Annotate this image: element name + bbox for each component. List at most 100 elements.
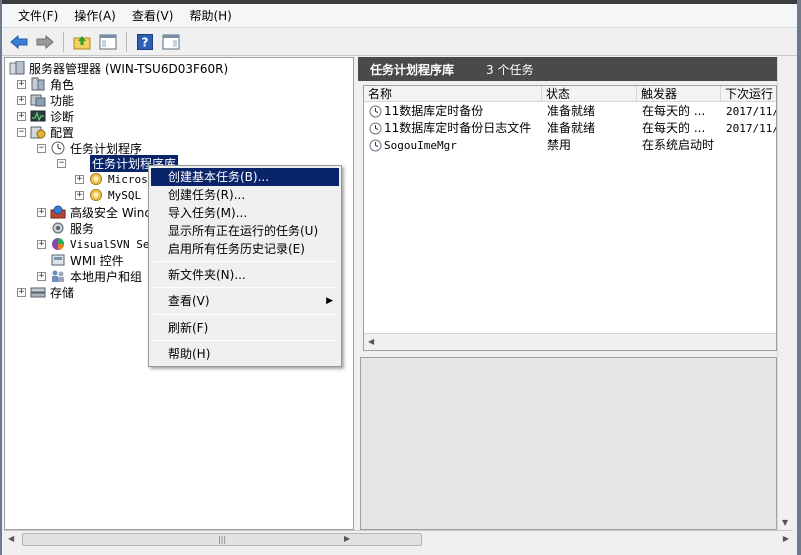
column-header-status[interactable]: 状态 [542,86,637,102]
expand-icon[interactable]: + [75,174,84,184]
tree-item-config[interactable]: − 配置 [17,124,74,140]
column-header-trigger[interactable]: 触发器 [637,86,721,102]
menu-item-show-running[interactable]: 显示所有正在运行的任务(U) [151,222,339,240]
action-pane-button[interactable] [160,31,182,53]
scroll-right-icon[interactable]: ▶ [344,534,350,543]
tree-item-storage[interactable]: + 存储 [17,284,74,300]
task-status: 禁用 [547,138,572,152]
menu-separator [153,261,337,262]
expand-icon[interactable]: + [17,287,26,297]
details-pane: 任务计划程序库 3 个任务 名称 状态 触发器 下次运行 11数据库定时备份 准… [358,57,777,530]
collapse-icon[interactable]: − [57,158,66,168]
task-trigger: 在系统启动时 [642,138,715,152]
menu-item-view[interactable]: 查看(V) ▶ [151,292,339,310]
features-icon [30,94,46,107]
right-vertical-scrollbar[interactable]: ▼ [777,57,793,530]
help-icon: ? [137,33,153,50]
column-header-name[interactable]: 名称 [364,86,542,102]
table-row[interactable]: 11数据库定时备份日志文件 准备就绪 在每天的 ... 2017/11/3 [364,120,776,137]
scroll-left-icon[interactable]: ◀ [8,534,14,543]
column-header-next-run[interactable]: 下次运行 [721,86,776,102]
scroll-right-icon[interactable]: ▶ [783,534,789,543]
tree-item-root[interactable]: 服务器管理器 (WIN-TSU6D03F60R) [9,60,228,76]
expand-icon[interactable]: + [17,95,26,105]
scroll-left-icon[interactable]: ◀ [368,337,374,346]
scroll-thumb[interactable]: ||| [22,533,422,546]
expand-icon[interactable]: + [37,271,46,281]
task-list: 名称 状态 触发器 下次运行 11数据库定时备份 准备就绪 在每天的 ... 2… [363,85,777,351]
menu-item-create-task[interactable]: 创建任务(R)... [151,186,339,204]
toolbar-separator [63,31,64,52]
tree-item-visualsvn[interactable]: + VisualSVN Ser [37,236,156,252]
firewall-icon [50,205,66,219]
show-hide-tree-button[interactable] [97,31,119,53]
task-name: SogouImeMgr [384,139,457,152]
expand-icon[interactable]: + [37,239,46,249]
expand-icon[interactable]: + [37,207,46,217]
table-row[interactable]: 11数据库定时备份 准备就绪 在每天的 ... 2017/11/3 [364,103,776,120]
tree-item-diagnostics[interactable]: + 诊断 [17,108,74,124]
task-clock-icon [369,105,382,118]
menu-action[interactable]: 操作(A) [66,5,124,26]
toolbar-separator [126,31,127,52]
tree-item-local-users[interactable]: + 本地用户和组 [37,268,142,284]
menu-item-enable-history[interactable]: 启用所有任务历史记录(E) [151,240,339,258]
task-clock-icon [369,139,382,152]
collapse-icon[interactable]: − [17,127,26,137]
diagnostics-icon [30,110,46,122]
roles-icon [31,77,45,91]
table-row[interactable]: SogouImeMgr 禁用 在系统启动时 [364,137,776,154]
context-menu: 创建基本任务(B)... 创建任务(R)... 导入任务(M)... 显示所有正… [148,165,342,367]
tree-label-roles: 角色 [50,77,75,92]
tree-label-firewall: 高级安全 Winc [70,205,151,220]
task-name: 11数据库定时备份 [384,104,484,118]
task-trigger: 在每天的 ... [642,121,706,135]
details-header: 任务计划程序库 3 个任务 [358,57,777,81]
task-detail-panel [360,357,777,530]
forward-button[interactable] [34,31,56,53]
menu-file[interactable]: 文件(F) [10,5,66,26]
expand-icon[interactable]: + [17,79,26,89]
tree-item-firewall[interactable]: + 高级安全 Winc [37,204,151,220]
config-icon [30,126,46,139]
tree-item-services[interactable]: 服务 [37,220,94,236]
scroll-down-icon[interactable]: ▼ [782,518,788,527]
expand-icon[interactable]: + [75,190,84,200]
folder-icon [90,189,102,201]
up-button[interactable] [71,31,93,53]
menu-item-new-folder[interactable]: 新文件夹(N)... [151,266,339,284]
tree-item-features[interactable]: + 功能 [17,92,74,108]
task-next-run: 2017/11/3 [726,105,776,118]
tree-horizontal-scrollbar[interactable]: ◀ ||| ▶ ▶ [4,530,793,547]
show-hide-tree-icon [99,34,117,49]
tree-item-mysql[interactable]: + MySQL [75,187,141,203]
menu-help[interactable]: 帮助(H) [181,5,239,26]
menu-separator [153,340,337,341]
expand-icon[interactable]: + [17,111,26,121]
tree-item-microsoft[interactable]: + Microso [75,171,154,187]
tree-label-local-users: 本地用户和组 [70,269,143,284]
tree-item-roles[interactable]: + 角色 [17,76,74,92]
help-button[interactable]: ? [134,31,156,53]
server-manager-icon [9,61,25,75]
collapse-icon[interactable]: − [37,143,46,153]
visualsvn-icon [52,238,64,250]
menu-item-help[interactable]: 帮助(H) [151,345,339,363]
services-icon [52,222,64,234]
window-border-left [0,0,2,555]
task-status: 准备就绪 [547,104,596,118]
tree-label-config: 配置 [50,125,75,140]
tree-item-wmi[interactable]: WMI 控件 [37,252,124,268]
menu-item-refresh[interactable]: 刷新(F) [151,319,339,337]
menu-item-create-basic-task[interactable]: 创建基本任务(B)... [151,168,339,186]
menu-view[interactable]: 查看(V) [124,5,182,26]
wmi-icon [51,254,65,266]
users-icon [52,270,64,282]
menu-item-import-task[interactable]: 导入任务(M)... [151,204,339,222]
tree-label-services: 服务 [70,221,95,236]
back-arrow-icon [10,34,28,49]
back-button[interactable] [8,31,30,53]
task-list-horizontal-scrollbar[interactable]: ◀ [364,333,776,350]
details-title: 任务计划程序库 [370,62,455,77]
folder-icon [90,173,102,185]
